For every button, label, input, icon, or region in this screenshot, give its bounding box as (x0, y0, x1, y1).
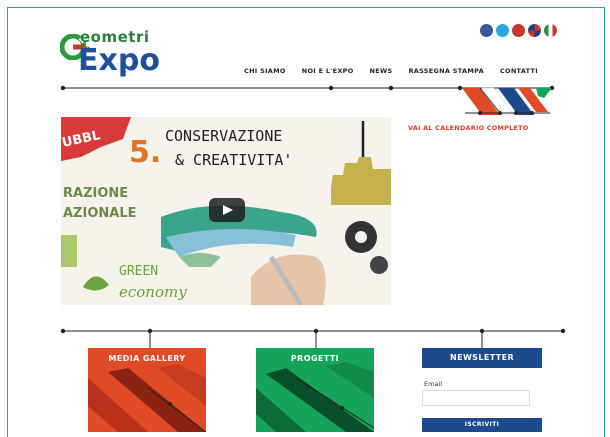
video-number: 5. (129, 135, 161, 170)
timeline-dot (388, 85, 394, 91)
video-left-text-2: AZIONALE (63, 206, 136, 221)
timeline-dot (457, 85, 463, 91)
email-field[interactable] (422, 390, 530, 406)
progetti-tile[interactable]: PROGETTI (256, 348, 374, 432)
progetti-title: PROGETTI (290, 354, 340, 363)
timeline-dot (60, 328, 66, 334)
calendar-link[interactable]: VAI AL CALENDARIO COMPLETO (408, 124, 528, 132)
video-left-text-1: RAZIONE (63, 186, 128, 201)
header-stripes (462, 87, 552, 116)
play-button[interactable] (209, 198, 245, 222)
video-green-text-2: economy (119, 283, 187, 301)
email-label: Email (424, 380, 443, 388)
timeline-dot (328, 85, 334, 91)
video-title-2: & CREATIVITA' (175, 151, 292, 169)
media-gallery-tile[interactable]: MEDIA GALLERY (88, 348, 206, 432)
video-green-text-1: GREEN (119, 264, 158, 279)
timeline-dot (60, 85, 66, 91)
media-gallery-title: MEDIA GALLERY (108, 354, 186, 363)
timeline-dot (560, 328, 566, 334)
newsletter-title: NEWSLETTER (422, 348, 542, 368)
video-title-1: CONSERVAZIONE (165, 127, 282, 145)
